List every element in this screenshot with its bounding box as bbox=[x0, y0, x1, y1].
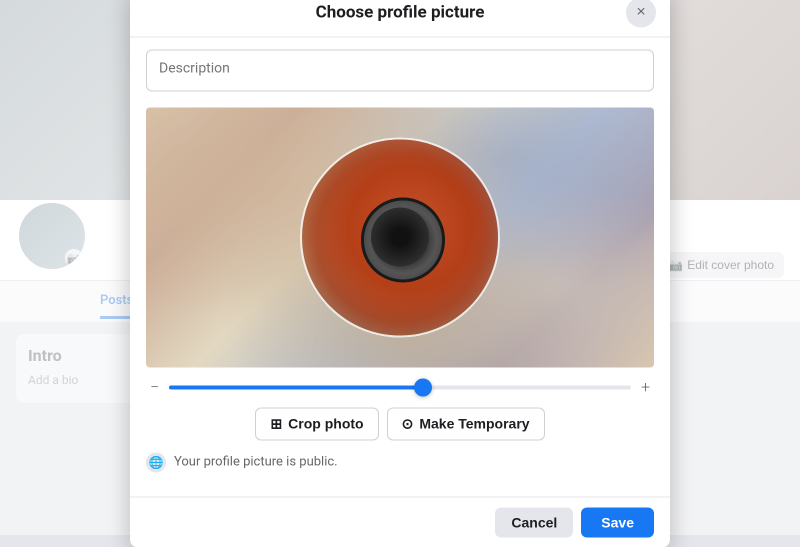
profile-image-preview bbox=[302, 139, 498, 335]
cancel-button[interactable]: Cancel bbox=[495, 507, 573, 537]
make-temporary-button[interactable]: ⊙ Make Temporary bbox=[387, 407, 545, 440]
circle-crop-mask bbox=[300, 137, 500, 337]
choose-profile-picture-modal: Choose profile picture × − + bbox=[130, 0, 670, 547]
modal-title: Choose profile picture bbox=[316, 2, 485, 22]
zoom-slider-row: − + bbox=[146, 379, 654, 395]
public-notice-text: Your profile picture is public. bbox=[174, 455, 338, 470]
modal-body: − + ⊞ Crop photo ⊙ Make Temporary 🌐 Your… bbox=[130, 37, 670, 496]
photo-crop-area bbox=[146, 107, 654, 367]
modal-footer: Cancel Save bbox=[130, 496, 670, 547]
action-buttons-row: ⊞ Crop photo ⊙ Make Temporary bbox=[146, 407, 654, 440]
public-notice: 🌐 Your profile picture is public. bbox=[146, 452, 654, 472]
description-input[interactable] bbox=[146, 49, 654, 91]
save-button[interactable]: Save bbox=[581, 507, 654, 537]
temporary-icon: ⊙ bbox=[402, 415, 414, 432]
globe-icon: 🌐 bbox=[146, 452, 166, 472]
zoom-slider-track bbox=[169, 385, 631, 389]
crop-icon: ⊞ bbox=[270, 415, 282, 432]
crop-photo-button[interactable]: ⊞ Crop photo bbox=[255, 407, 378, 440]
zoom-out-icon: − bbox=[150, 379, 159, 395]
modal-close-button[interactable]: × bbox=[626, 0, 656, 27]
zoom-in-icon: + bbox=[641, 379, 650, 395]
modal-header: Choose profile picture × bbox=[130, 0, 670, 37]
